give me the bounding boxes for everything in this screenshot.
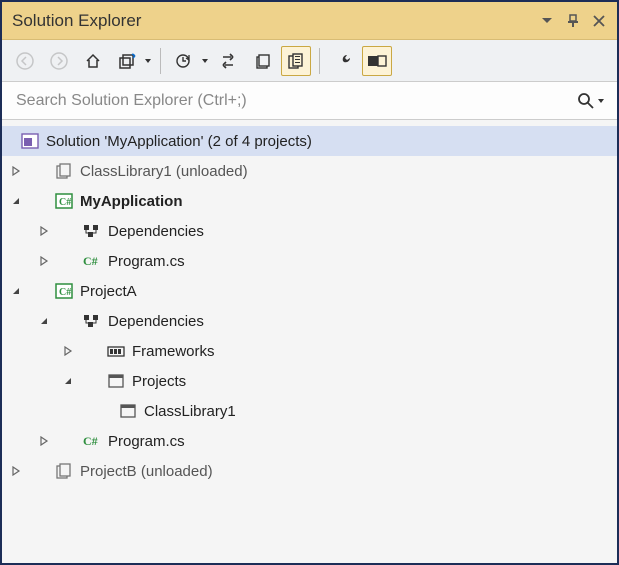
toolbar-separator	[160, 48, 161, 74]
svg-text:C#: C#	[59, 287, 71, 298]
expander-collapsed-icon[interactable]	[36, 253, 52, 269]
refresh-button[interactable]	[247, 46, 277, 76]
node-label: MyApplication	[80, 193, 183, 210]
tree-node-projecta[interactable]: C# ProjectA	[2, 276, 617, 306]
home-button[interactable]	[78, 46, 108, 76]
csharp-file-icon: C#	[82, 432, 102, 450]
node-label: Projects	[132, 373, 186, 390]
pending-changes-dropdown[interactable]	[201, 46, 209, 76]
expander-collapsed-icon[interactable]	[36, 223, 52, 239]
expander-collapsed-icon[interactable]	[8, 463, 24, 479]
node-label: Frameworks	[132, 343, 215, 360]
expander-expanded-icon[interactable]	[36, 313, 52, 329]
titlebar-controls	[539, 13, 607, 29]
csharp-file-icon: C#	[82, 252, 102, 270]
window-icon	[106, 372, 126, 390]
expander-expanded-icon[interactable]	[60, 373, 76, 389]
svg-text:C#: C#	[59, 197, 71, 208]
tree-node-projecta-program[interactable]: C# Program.cs	[2, 426, 617, 456]
node-label: Dependencies	[108, 223, 204, 240]
svg-text:C#: C#	[83, 434, 98, 448]
window-position-icon[interactable]	[539, 13, 555, 29]
pin-icon[interactable]	[565, 13, 581, 29]
expander-collapsed-icon[interactable]	[60, 343, 76, 359]
tree-node-myapp-dependencies[interactable]: Dependencies	[2, 216, 617, 246]
preview-selected-button[interactable]	[362, 46, 392, 76]
tree-node-projectb[interactable]: ProjectB (unloaded)	[2, 456, 617, 486]
tree-node-myapp-program[interactable]: C# Program.cs	[2, 246, 617, 276]
tree-node-solution[interactable]: Solution 'MyApplication' (2 of 4 project…	[2, 126, 617, 156]
tree-node-myapplication[interactable]: C# MyApplication	[2, 186, 617, 216]
search-input[interactable]	[14, 91, 577, 111]
node-label: Program.cs	[108, 433, 185, 450]
node-label: ClassLibrary1 (unloaded)	[80, 163, 248, 180]
node-label: Program.cs	[108, 253, 185, 270]
switch-views-button[interactable]	[112, 46, 142, 76]
titlebar: Solution Explorer	[2, 2, 617, 40]
switch-views-dropdown[interactable]	[144, 46, 152, 76]
expander-collapsed-icon[interactable]	[8, 163, 24, 179]
expander-collapsed-icon[interactable]	[36, 433, 52, 449]
solution-icon	[20, 132, 40, 150]
back-button[interactable]	[10, 46, 40, 76]
forward-button[interactable]	[44, 46, 74, 76]
node-label: Solution 'MyApplication' (2 of 4 project…	[46, 133, 312, 150]
node-label: ProjectB (unloaded)	[80, 463, 213, 480]
node-label: Dependencies	[108, 313, 204, 330]
properties-button[interactable]	[328, 46, 358, 76]
pending-changes-button[interactable]	[169, 46, 199, 76]
searchbar	[2, 82, 617, 120]
tree-node-projecta-ref-classlibrary1[interactable]: ClassLibrary1	[2, 396, 617, 426]
csharp-project-icon: C#	[54, 282, 74, 300]
expander-expanded-icon[interactable]	[8, 283, 24, 299]
window-icon	[118, 402, 138, 420]
frameworks-icon	[106, 342, 126, 360]
csharp-project-icon: C#	[54, 192, 74, 210]
dependencies-icon	[82, 222, 102, 240]
tree-node-projecta-frameworks[interactable]: Frameworks	[2, 336, 617, 366]
close-icon[interactable]	[591, 13, 607, 29]
titlebar-title: Solution Explorer	[12, 11, 539, 31]
show-all-files-button[interactable]	[281, 46, 311, 76]
search-button[interactable]	[577, 92, 605, 110]
svg-text:C#: C#	[83, 254, 98, 268]
toolbar	[2, 40, 617, 82]
tree-node-projecta-dependencies[interactable]: Dependencies	[2, 306, 617, 336]
tree-node-projecta-projects[interactable]: Projects	[2, 366, 617, 396]
solution-tree: Solution 'MyApplication' (2 of 4 project…	[2, 120, 617, 563]
unloaded-project-icon	[54, 162, 74, 180]
toolbar-separator	[319, 48, 320, 74]
sync-active-doc-button[interactable]	[213, 46, 243, 76]
tree-node-classlibrary1[interactable]: ClassLibrary1 (unloaded)	[2, 156, 617, 186]
node-label: ClassLibrary1	[144, 403, 236, 420]
expander-expanded-icon[interactable]	[8, 193, 24, 209]
unloaded-project-icon	[54, 462, 74, 480]
node-label: ProjectA	[80, 283, 137, 300]
dependencies-icon	[82, 312, 102, 330]
